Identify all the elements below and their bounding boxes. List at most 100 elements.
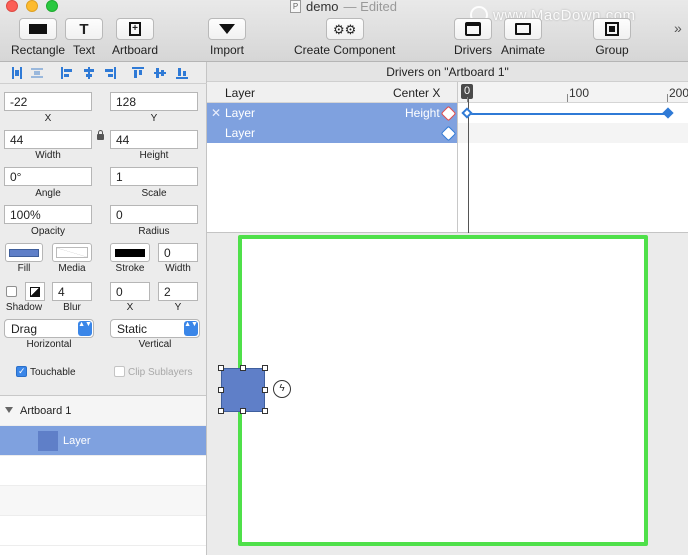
distribute-horizontal-icon[interactable] xyxy=(11,67,23,79)
driver-timeline-ruler[interactable]: 0 100 200 xyxy=(458,82,688,103)
resize-handle[interactable] xyxy=(218,387,224,393)
scale-field[interactable]: 1 xyxy=(110,167,198,186)
text-tool[interactable]: T Text xyxy=(65,18,103,57)
height-field[interactable]: 44 xyxy=(110,130,198,149)
layer-row-layer[interactable]: Layer xyxy=(0,426,206,456)
popup-stepper-icon: ▲▼ xyxy=(78,321,92,336)
keyframe-span xyxy=(469,113,669,115)
driver-keyframe-red-icon[interactable] xyxy=(440,105,457,122)
edited-status: — Edited xyxy=(343,0,398,14)
empty-row xyxy=(0,486,206,516)
drivers-tool[interactable]: Drivers xyxy=(454,18,492,57)
window-controls xyxy=(6,0,58,12)
resize-handle[interactable] xyxy=(240,408,246,414)
group-icon xyxy=(605,22,619,36)
touchable-checkbox[interactable] xyxy=(16,366,27,377)
shadow-y-field[interactable]: 2 xyxy=(158,282,198,301)
driver-row[interactable]: ✕ Layer Height xyxy=(207,103,457,123)
horizontal-behavior-popup[interactable]: Drag ▲▼ xyxy=(4,319,94,338)
layers-list: Artboard 1 Layer xyxy=(0,395,206,555)
animate-icon xyxy=(515,23,532,35)
empty-row xyxy=(0,516,206,546)
drivers-icon xyxy=(465,22,481,36)
shadow-swatch-icon xyxy=(30,286,40,297)
y-field[interactable]: 128 xyxy=(110,92,198,111)
align-left-icon[interactable] xyxy=(61,67,73,79)
align-center-horizontal-icon[interactable] xyxy=(83,67,95,79)
resize-handle[interactable] xyxy=(262,408,268,414)
align-top-icon[interactable] xyxy=(132,67,144,79)
shadow-x-field[interactable]: 0 xyxy=(110,282,150,301)
popup-stepper-icon: ▲▼ xyxy=(184,321,198,336)
artboard-tool[interactable]: + Artboard xyxy=(112,18,158,57)
animate-tool[interactable]: Animate xyxy=(501,18,545,57)
shadow-checkbox[interactable] xyxy=(6,286,17,297)
lock-icon[interactable] xyxy=(97,130,104,140)
drivers-column-headers: Layer Center X xyxy=(207,82,457,103)
drivers-header: Drivers on "Artboard 1" xyxy=(207,62,688,82)
angle-field[interactable]: 0° xyxy=(4,167,92,186)
fill-swatch xyxy=(9,248,39,257)
resize-handle[interactable] xyxy=(262,387,268,393)
create-component-tool[interactable]: ⚙⚙ Create Component xyxy=(294,18,395,57)
remove-driver-icon[interactable]: ✕ xyxy=(211,106,221,120)
document-icon: P xyxy=(290,0,301,13)
layer-thumbnail xyxy=(38,431,58,451)
create-component-button[interactable]: ⚙⚙ xyxy=(325,18,364,40)
x-field[interactable]: -22 xyxy=(4,92,92,111)
media-well[interactable] xyxy=(52,243,92,262)
import-tool[interactable]: Import xyxy=(208,18,246,57)
stroke-color-well[interactable] xyxy=(110,243,150,262)
drivers-button[interactable] xyxy=(454,18,492,40)
width-field[interactable]: 44 xyxy=(4,130,92,149)
column-layer: Layer xyxy=(225,86,256,100)
resize-handle[interactable] xyxy=(218,408,224,414)
selected-layer-shape[interactable] xyxy=(221,368,265,412)
stroke-width-field[interactable]: 0 xyxy=(158,243,198,262)
group-button[interactable] xyxy=(593,18,631,40)
artboard-icon: + xyxy=(129,22,142,36)
media-placeholder-icon xyxy=(56,247,88,258)
window-title: P demo — Edited xyxy=(290,0,397,14)
animate-button[interactable] xyxy=(504,18,543,40)
empty-row xyxy=(0,456,206,486)
align-right-icon[interactable] xyxy=(104,67,116,79)
rectangle-tool[interactable]: Rectangle xyxy=(11,18,65,57)
stroke-swatch xyxy=(115,248,145,257)
text-button[interactable]: T xyxy=(65,18,103,40)
column-center-x[interactable]: Center X xyxy=(393,86,440,100)
toolbar-overflow-icon[interactable]: » xyxy=(674,20,682,36)
lightning-bolt-icon[interactable]: ϟ xyxy=(273,380,291,398)
import-button[interactable] xyxy=(208,18,246,40)
artboard[interactable] xyxy=(238,235,648,546)
zoom-window-button[interactable] xyxy=(46,0,58,12)
app-window: P demo — Edited www.MacDown.com Rectangl… xyxy=(0,0,688,555)
vertical-behavior-popup[interactable]: Static ▲▼ xyxy=(110,319,200,338)
align-toolbar xyxy=(0,62,207,84)
close-window-button[interactable] xyxy=(6,0,18,12)
opacity-field[interactable]: 100% xyxy=(4,205,92,224)
resize-handle[interactable] xyxy=(262,365,268,371)
minimize-window-button[interactable] xyxy=(26,0,38,12)
rectangle-button[interactable] xyxy=(19,18,58,40)
distribute-vertical-icon[interactable] xyxy=(31,67,43,79)
align-middle-vertical-icon[interactable] xyxy=(154,67,166,79)
driver-keyframe-blue-icon[interactable] xyxy=(440,125,457,142)
shadow-color-well[interactable] xyxy=(25,282,45,301)
group-tool[interactable]: Group xyxy=(593,18,631,57)
blur-field[interactable]: 4 xyxy=(52,282,92,301)
clip-sublayers-checkbox[interactable] xyxy=(114,366,125,377)
toolbar: P demo — Edited www.MacDown.com Rectangl… xyxy=(0,0,688,62)
fill-color-well[interactable] xyxy=(5,243,43,262)
resize-handle[interactable] xyxy=(240,365,246,371)
disclosure-triangle-icon[interactable] xyxy=(5,407,13,413)
document-name: demo xyxy=(306,0,339,14)
artboard-button[interactable]: + xyxy=(116,18,155,40)
radius-field[interactable]: 0 xyxy=(110,205,198,224)
driver-row[interactable]: Layer xyxy=(207,123,457,143)
align-bottom-icon[interactable] xyxy=(176,67,188,79)
timeline-track[interactable] xyxy=(458,123,688,143)
rectangle-icon xyxy=(29,24,48,34)
resize-handle[interactable] xyxy=(218,365,224,371)
layer-row-artboard[interactable]: Artboard 1 xyxy=(0,396,206,426)
